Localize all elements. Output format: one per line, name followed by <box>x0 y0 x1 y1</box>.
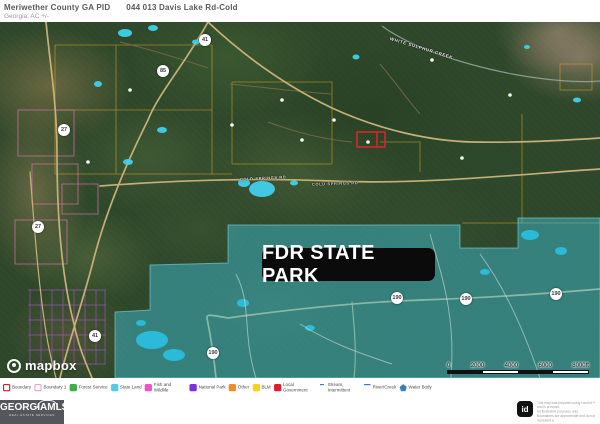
legend-label: Fish and Wildlife <box>154 383 186 393</box>
land-id-logo[interactable]: id <box>517 401 533 417</box>
survey-lines <box>55 45 600 223</box>
county-pid-label: Meriwether County GA PID <box>4 3 110 12</box>
legend-item-boundary: Boundary <box>3 384 31 391</box>
legend-item-stream-intermittent: Stream, Intermittent <box>319 383 360 393</box>
route-shield: 41 <box>199 34 211 46</box>
route-number: 85 <box>160 68 166 74</box>
boundary1-swatch <box>35 384 42 391</box>
route-number: 190 <box>551 291 560 297</box>
boundary-swatch <box>3 384 10 391</box>
georgia-mls-tagline: REAL ESTATE SERVICES <box>0 414 64 417</box>
mapbox-icon <box>7 359 21 373</box>
route-shield: 190 <box>207 347 219 359</box>
state-land-swatch <box>111 384 118 391</box>
route-shield: 27 <box>32 221 44 233</box>
route-number: 27 <box>61 127 67 133</box>
route-shield: 190 <box>391 292 403 304</box>
legend-item-state-land: State Land <box>111 384 142 391</box>
dirt-roads <box>120 42 420 142</box>
poi-dots <box>86 58 512 164</box>
white-sulphur-creek-line <box>382 26 600 82</box>
scale-tick: 6000 <box>538 363 551 369</box>
route-shield: 190 <box>460 293 472 305</box>
route-shield: 27 <box>58 124 70 136</box>
legend-item-blm: BLM <box>252 384 270 391</box>
scale-tick: 2000 <box>471 363 484 369</box>
legend-item-national-park: National Park <box>190 384 226 391</box>
legend-label: Forest Service <box>79 385 108 390</box>
forest-service-swatch <box>70 384 77 391</box>
scale-ticks: 0 2000 4000 6000 8000ft <box>447 363 589 369</box>
route-number: 41 <box>202 37 208 43</box>
legend-label: Boundary 1 <box>43 385 66 390</box>
other-swatch <box>229 384 236 391</box>
parcel-label: 044 013 Davis Lake Rd-Cold <box>126 3 237 12</box>
map-canvas[interactable]: 41 85 27 27 41 190 190 190 190 WHITE SUL… <box>0 22 600 378</box>
map-title: Meriwether County GA PID 044 013 Davis La… <box>4 3 238 12</box>
legend-item-other: Other <box>229 384 249 391</box>
scale-bar-segments <box>447 370 589 374</box>
legend-item-fish-wildlife: Fish and Wildlife <box>145 383 186 393</box>
blm-swatch <box>252 384 259 391</box>
water-body-swatch <box>400 384 407 391</box>
route-number: 41 <box>92 333 98 339</box>
route-shield: 190 <box>550 288 562 300</box>
scale-bar: 0 2000 4000 6000 8000ft <box>447 363 589 374</box>
legend-item-boundary1: Boundary 1 <box>35 384 67 391</box>
local-government-swatch <box>274 384 281 391</box>
park-name-badge: FDR STATE PARK <box>262 248 435 281</box>
legend-item-forest-service: Forest Service <box>70 384 108 391</box>
disclaimer-text: This map was prepared using Land id™ and… <box>537 401 600 424</box>
scale-tick: 4000 <box>505 363 518 369</box>
page: Meriwether County GA PID 044 013 Davis La… <box>0 0 600 424</box>
map-subtitle: Georgia, AC +/- <box>4 13 238 20</box>
route-number: 190 <box>461 296 470 302</box>
georgia-mls-wordmark: GEORGIAMLS <box>0 403 64 413</box>
route-number: 190 <box>208 350 217 356</box>
disclaimer-line: This map was prepared using Land id™ and… <box>537 401 600 410</box>
river-creek-swatch <box>364 384 371 391</box>
legend-label: National Park <box>199 385 226 390</box>
fish-wildlife-swatch <box>145 384 152 391</box>
map-title-block: Meriwether County GA PID 044 013 Davis La… <box>4 3 238 20</box>
mapbox-logo[interactable]: mapbox <box>7 358 77 373</box>
legend: Boundary Boundary 1 Forest Service State… <box>3 379 600 396</box>
map-artwork <box>0 22 600 378</box>
mls-arch-icon <box>37 400 58 408</box>
legend-label: Other <box>238 385 249 390</box>
national-park-swatch <box>190 384 197 391</box>
legend-label: Water Body <box>409 385 432 390</box>
route-shield: 85 <box>157 65 169 77</box>
land-id-attribution: id This map was prepared using Land id™ … <box>517 401 600 424</box>
mapbox-wordmark: mapbox <box>25 358 77 373</box>
scale-tick: 8000ft <box>572 363 589 369</box>
legend-label: Boundary <box>12 385 31 390</box>
legend-item-local-government: Local Government <box>274 383 315 393</box>
route-shield: 41 <box>89 330 101 342</box>
route-number: 190 <box>392 295 401 301</box>
legend-item-river-creek: River/Creek <box>364 384 397 391</box>
legend-label: BLM <box>261 385 270 390</box>
legend-label: Stream, Intermittent <box>328 383 360 393</box>
route-number: 27 <box>35 224 41 230</box>
georgia-mls-logo: GEORGIAMLS REAL ESTATE SERVICES <box>0 400 64 424</box>
legend-label: Local Government <box>283 383 315 393</box>
parcel-boundary <box>357 132 385 147</box>
legend-item-water-body: Water Body <box>400 384 432 391</box>
disclaimer-line: Boundaries are approximate and do not re… <box>537 414 600 423</box>
legend-label: State Land <box>120 385 142 390</box>
legend-row: Boundary Boundary 1 Forest Service State… <box>3 383 417 393</box>
scale-tick: 0 <box>447 363 450 369</box>
stream-intermittent-swatch <box>319 384 326 391</box>
legend-label: River/Creek <box>373 385 397 390</box>
